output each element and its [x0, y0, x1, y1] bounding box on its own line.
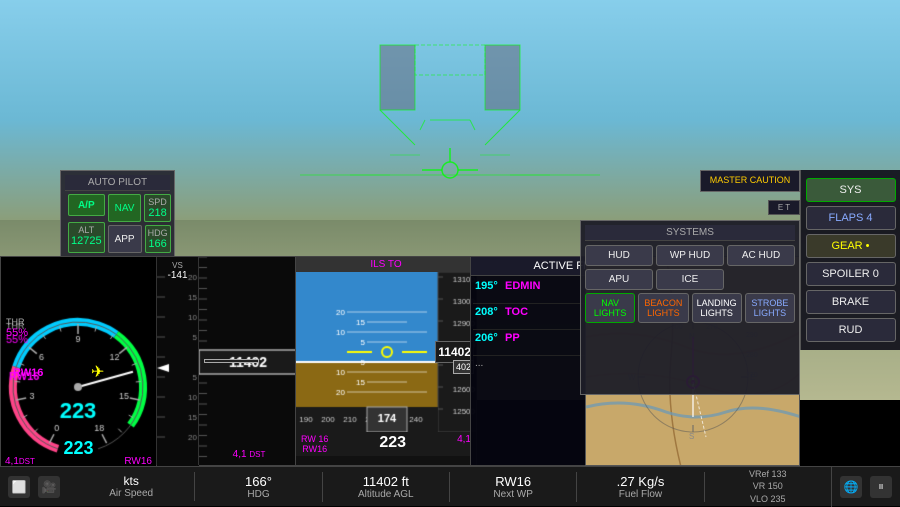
nextwp-value: RW16: [454, 474, 572, 489]
ice-button[interactable]: ICE: [656, 269, 724, 290]
ils-bottom: RW 16 RW16 223 4,1: [296, 432, 476, 456]
speed-dial: THR 55% RW16 ✈ 223 4,1DST RW16: [1, 257, 156, 467]
altitude-status: 11402 ft Altitude AGL: [323, 472, 450, 502]
vs-value: -141: [157, 270, 198, 281]
nextwp-status: RW16 Next WP: [450, 472, 577, 502]
heading-value: 166°: [199, 474, 317, 489]
hdg-value: 166: [148, 238, 168, 250]
thr-value: 55%: [6, 327, 28, 339]
screen-icon[interactable]: ⬜: [8, 476, 30, 498]
wp-hud-button[interactable]: WP HUD: [656, 245, 724, 266]
rud-button[interactable]: RUD: [806, 318, 896, 342]
master-caution[interactable]: MASTER CAUTION: [700, 170, 800, 192]
app-button[interactable]: APP: [108, 225, 142, 253]
gear-button[interactable]: GEAR •: [806, 234, 896, 258]
brake-button[interactable]: BRAKE: [806, 290, 896, 314]
bottom-icons: ⬜ 🎥: [0, 476, 68, 498]
sys-button[interactable]: SYS: [806, 178, 896, 202]
thr-display: THR 55%: [6, 317, 28, 339]
systems-title: SYSTEMS: [585, 225, 795, 241]
pause-icon[interactable]: ⏸: [870, 476, 892, 498]
status-bar: ⬜ 🎥 kts Air Speed 166° HDG 11402 ft Alti…: [0, 466, 900, 506]
ils-dist-display: 4,1: [457, 434, 471, 454]
globe-icon[interactable]: 🌐: [840, 476, 862, 498]
ils-heading-display: 223: [379, 434, 406, 454]
alt-value: 12725: [71, 235, 102, 247]
altitude-label: Altitude AGL: [327, 489, 445, 500]
svg-text:S: S: [689, 432, 694, 441]
strobe-lights-button[interactable]: STROBELIGHTS: [745, 293, 795, 323]
spd-label: SPD: [147, 197, 167, 207]
ap-button[interactable]: A/P: [68, 194, 105, 216]
nav-lights-button[interactable]: NAVLIGHTS: [585, 293, 635, 323]
apu-button[interactable]: APU: [585, 269, 653, 290]
fuelflow-status: .27 Kg/s Fuel Flow: [577, 472, 704, 502]
vlo-value: VLO 235: [750, 494, 786, 504]
left-instruments: THR 55% RW16 ✈ 223 4,1DST RW16 VS -141: [0, 256, 300, 466]
vr-value: VR 150: [753, 481, 783, 491]
vref-status: VRef 133 VR 150 VLO 235: [705, 466, 832, 507]
airspeed-value: kts: [72, 474, 190, 488]
vref-value: VRef 133: [749, 469, 787, 479]
heading-status: 166° HDG: [195, 472, 322, 502]
nav-button[interactable]: NAV: [108, 194, 142, 222]
fuelflow-value: .27 Kg/s: [581, 474, 699, 489]
altitude-tape: 4,1 DST: [198, 257, 299, 465]
thr-label: THR: [6, 317, 28, 327]
ils-rw-info: RW 16 RW16: [301, 434, 328, 454]
alt-label: ALT: [71, 225, 102, 235]
altitude-value: 11402 ft: [327, 474, 445, 489]
aircraft-icon: ✈: [91, 362, 104, 382]
et-indicator: E T: [768, 200, 800, 215]
heading-label: HDG: [199, 489, 317, 500]
runway-label: RW16: [13, 367, 43, 379]
altitude-box: [204, 359, 259, 363]
right-bottom-icons: 🌐 ⏸: [832, 476, 900, 498]
spoiler-button[interactable]: SPOILER 0: [806, 262, 896, 286]
hud-button[interactable]: HUD: [585, 245, 653, 266]
vs-label: VS: [157, 261, 198, 270]
master-caution-label: MASTER CAUTION: [705, 175, 795, 187]
autopilot-title: AUTO PILOT: [65, 175, 170, 191]
autopilot-panel: AUTO PILOT A/P NAV SPD 218 APP HDG 166 A…: [60, 170, 175, 261]
ils-panel: ILS TO 11402 402 RW 16 RW16 223 4,1: [295, 256, 477, 466]
right-panel: SYS FLAPS 4 GEAR • SPOILER 0 BRAKE RUD: [800, 170, 900, 350]
ac-hud-button[interactable]: AC HUD: [727, 245, 795, 266]
vsi-strip: VS -141: [156, 257, 198, 465]
fuelflow-label: Fuel Flow: [581, 489, 699, 500]
spd-value: 218: [147, 207, 167, 219]
systems-panel: SYSTEMS HUD WP HUD AC HUD APU ICE NAVLIG…: [580, 220, 800, 395]
hdg-label: HDG: [148, 228, 168, 238]
beacon-lights-button[interactable]: BEACONLIGHTS: [638, 293, 688, 323]
airspeed-status: kts Air Speed: [68, 472, 195, 501]
flaps-button[interactable]: FLAPS 4: [806, 206, 896, 230]
camera-icon[interactable]: 🎥: [38, 476, 60, 498]
nextwp-label: Next WP: [454, 489, 572, 500]
dist2-label: 4,1 DST: [233, 449, 266, 460]
landing-lights-button[interactable]: LANDINGLIGHTS: [692, 293, 742, 323]
airspeed-label: Air Speed: [72, 488, 190, 499]
ils-title: ILS TO: [296, 257, 476, 272]
